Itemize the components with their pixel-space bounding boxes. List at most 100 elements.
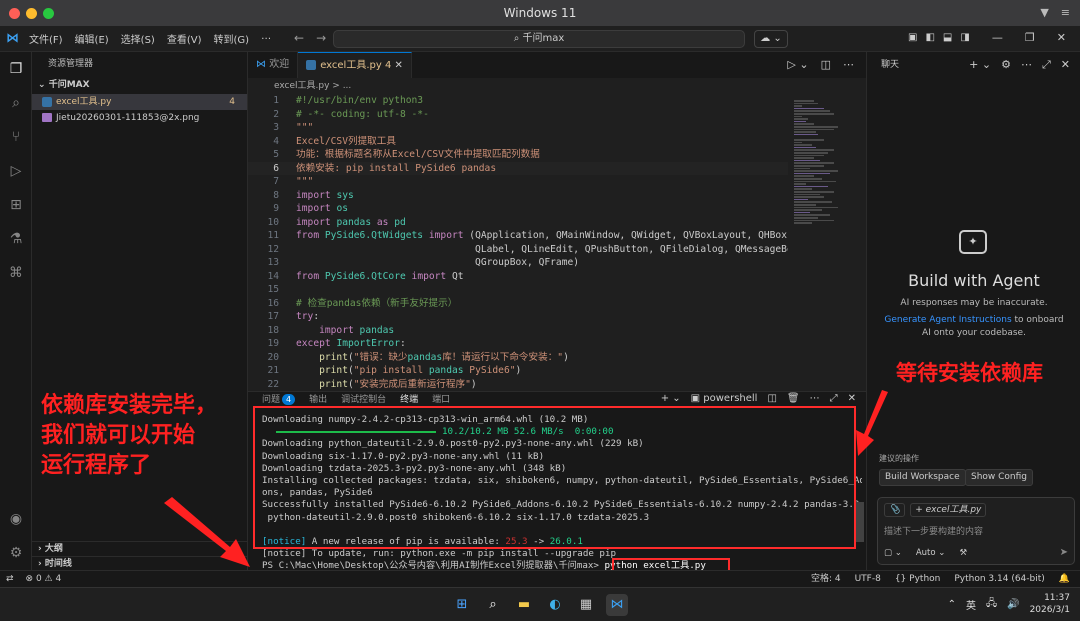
command-center-search[interactable]: ⌕ 千问max: [333, 30, 745, 48]
code-line[interactable]: 11 from PySide6.QtWidgets import (QApplic…: [248, 229, 788, 243]
code-line[interactable]: 22 print("安装完成后重新运行程序"): [248, 378, 788, 392]
code-line[interactable]: 17 try:: [248, 310, 788, 324]
tab-excel-py[interactable]: excel工具.py 4 ✕: [298, 52, 412, 78]
code-line[interactable]: 14 from PySide6.QtCore import Qt: [248, 270, 788, 284]
menu-edit[interactable]: 编辑(E): [75, 31, 109, 46]
agent-instructions-link[interactable]: Generate Agent Instructions: [884, 315, 1011, 325]
send-icon[interactable]: ➤: [1060, 547, 1068, 558]
new-chat-icon[interactable]: + ⌄: [969, 58, 991, 72]
encoding-status[interactable]: UTF-8: [855, 571, 881, 587]
close-window-button[interactable]: [9, 8, 20, 19]
terminal-scrollbar[interactable]: [856, 502, 864, 542]
ime-indicator[interactable]: 英: [966, 597, 976, 612]
explorer-files-icon[interactable]: ❐: [8, 61, 24, 77]
code-line[interactable]: 3 """: [248, 121, 788, 135]
code-area[interactable]: 1 #!/usr/bin/env python3 2 # -*- coding: ut…: [248, 94, 788, 391]
minimap[interactable]: [788, 94, 854, 391]
language-status[interactable]: {} Python: [895, 571, 941, 587]
taskbar-search-icon[interactable]: ⌕: [482, 594, 504, 616]
menu-lines-icon[interactable]: ≡: [1061, 6, 1070, 19]
terminal-shell-icon[interactable]: ▣ powershell: [691, 393, 758, 404]
file-explorer-icon[interactable]: ▬: [513, 594, 535, 616]
maximize-panel-icon[interactable]: ⤢: [830, 393, 838, 404]
code-line[interactable]: 13 QGroupBox, QFrame): [248, 256, 788, 270]
code-line[interactable]: 15: [248, 283, 788, 297]
more-actions-icon[interactable]: ⋯: [843, 58, 854, 71]
network-icon[interactable]: 🖧: [986, 596, 997, 613]
menu-more[interactable]: …: [261, 31, 271, 46]
toggle-panel-icon[interactable]: ⬓: [943, 32, 952, 43]
extensions-icon[interactable]: ⊞: [8, 197, 24, 213]
run-debug-icon[interactable]: ▷: [8, 163, 24, 179]
problems-status[interactable]: ⊗ 0 ⚠ 4: [26, 571, 62, 587]
testing-flask-icon[interactable]: ⚗: [8, 231, 24, 247]
agent-mode-dropdown[interactable]: ▢ ⌄: [884, 548, 902, 558]
more-icon[interactable]: ⋯: [810, 393, 820, 404]
code-line[interactable]: 4 Excel/CSV列提取工具: [248, 135, 788, 149]
run-icon[interactable]: ▷ ⌄: [787, 58, 808, 71]
code-line[interactable]: 21 print("pip install pandas PySide6"): [248, 364, 788, 378]
edge-browser-icon[interactable]: ◐: [544, 594, 566, 616]
close-tab-icon[interactable]: ✕: [395, 60, 403, 71]
chat-maximize-icon[interactable]: ⤢: [1042, 58, 1051, 72]
code-line[interactable]: 19 except ImportError:: [248, 337, 788, 351]
toggle-sidebar-icon[interactable]: ◧: [925, 32, 934, 43]
vscode-taskbar-icon[interactable]: ⋈: [606, 594, 628, 616]
clock[interactable]: 11:37 2026/3/1: [1030, 592, 1070, 616]
forward-arrow-icon[interactable]: →: [316, 31, 326, 45]
windows-start-icon[interactable]: ⊞: [451, 594, 473, 616]
code-line[interactable]: 1 #!/usr/bin/env python3: [248, 94, 788, 108]
chat-input-box[interactable]: 📎 + excel工具.py 描述下一步要构建的内容 ▢ ⌄ Auto ⌄ ⚒ …: [877, 497, 1075, 565]
chat-more-icon[interactable]: ⋯: [1021, 58, 1032, 72]
customize-layout-icon[interactable]: ▣: [908, 32, 917, 43]
menu-file[interactable]: 文件(F): [29, 31, 63, 46]
notifications-bell-icon[interactable]: 🔔: [1059, 571, 1070, 587]
python-icon[interactable]: ⌘: [8, 265, 24, 281]
minimize-window-button[interactable]: [26, 8, 37, 19]
account-icon[interactable]: ◉: [8, 511, 24, 527]
code-line[interactable]: 8 import sys: [248, 189, 788, 203]
trash-icon[interactable]: 🗑: [787, 393, 800, 404]
tab-welcome[interactable]: ⋈ 欢迎: [248, 52, 299, 78]
close-icon[interactable]: ✕: [1057, 31, 1066, 44]
search-icon[interactable]: ⌕: [8, 95, 24, 111]
new-terminal-icon[interactable]: + ⌄: [661, 393, 681, 404]
settings-gear-icon[interactable]: ⚙: [8, 545, 24, 561]
menu-selection[interactable]: 选择(S): [121, 31, 155, 46]
chat-settings-icon[interactable]: ⚙: [1001, 58, 1011, 72]
tools-icon[interactable]: ⚒: [959, 548, 967, 558]
zoom-window-button[interactable]: [43, 8, 54, 19]
code-line[interactable]: 12 QLabel, QLineEdit, QPushButton, QFile…: [248, 243, 788, 257]
back-arrow-icon[interactable]: ←: [294, 31, 304, 45]
code-line[interactable]: 10 import pandas as pd: [248, 216, 788, 230]
split-terminal-icon[interactable]: ◫: [767, 393, 776, 404]
menu-go[interactable]: 转到(G): [214, 31, 250, 46]
show-config-button[interactable]: Show Config: [965, 469, 1034, 486]
code-line[interactable]: 2 # -*- coding: utf-8 -*-: [248, 108, 788, 122]
model-dropdown[interactable]: Auto ⌄: [916, 548, 946, 558]
code-line[interactable]: 16 # 检查pandas依赖（新手友好提示）: [248, 297, 788, 311]
folder-row[interactable]: ⌄ 千问MAX: [32, 76, 247, 94]
copilot-button[interactable]: ☁ ⌄: [754, 30, 788, 48]
code-line[interactable]: 6 依赖安装: pip install PySide6 pandas: [248, 161, 788, 175]
restore-icon[interactable]: ❐: [1025, 31, 1035, 44]
store-icon[interactable]: ▦: [575, 594, 597, 616]
code-line[interactable]: 9 import os: [248, 202, 788, 216]
file-item-excel-py[interactable]: excel工具.py 4: [32, 94, 247, 110]
breadcrumb[interactable]: excel工具.py > ...: [248, 78, 866, 94]
context-file-chip[interactable]: + excel工具.py: [910, 503, 987, 517]
code-line[interactable]: 5 功能：根据标题名称从Excel/CSV文件中提取匹配列数据: [248, 148, 788, 162]
dropdown-icon[interactable]: ▼: [1040, 6, 1048, 19]
indentation-status[interactable]: 空格: 4: [811, 571, 841, 587]
code-line[interactable]: 20 print("错误：缺少pandas库！请运行以下命令安装："): [248, 351, 788, 365]
volume-icon[interactable]: 🔊: [1007, 599, 1019, 610]
chat-close-icon[interactable]: ✕: [1061, 58, 1070, 72]
split-editor-icon[interactable]: ◫: [821, 58, 831, 71]
source-control-icon[interactable]: ⑂: [8, 129, 24, 145]
minimize-icon[interactable]: —: [992, 31, 1003, 44]
tray-chevron-icon[interactable]: ⌃: [948, 599, 956, 610]
build-workspace-button[interactable]: Build Workspace: [879, 469, 966, 486]
attach-icon[interactable]: 📎: [884, 503, 906, 517]
code-line[interactable]: 7 """: [248, 175, 788, 189]
code-line[interactable]: 18 import pandas: [248, 324, 788, 338]
